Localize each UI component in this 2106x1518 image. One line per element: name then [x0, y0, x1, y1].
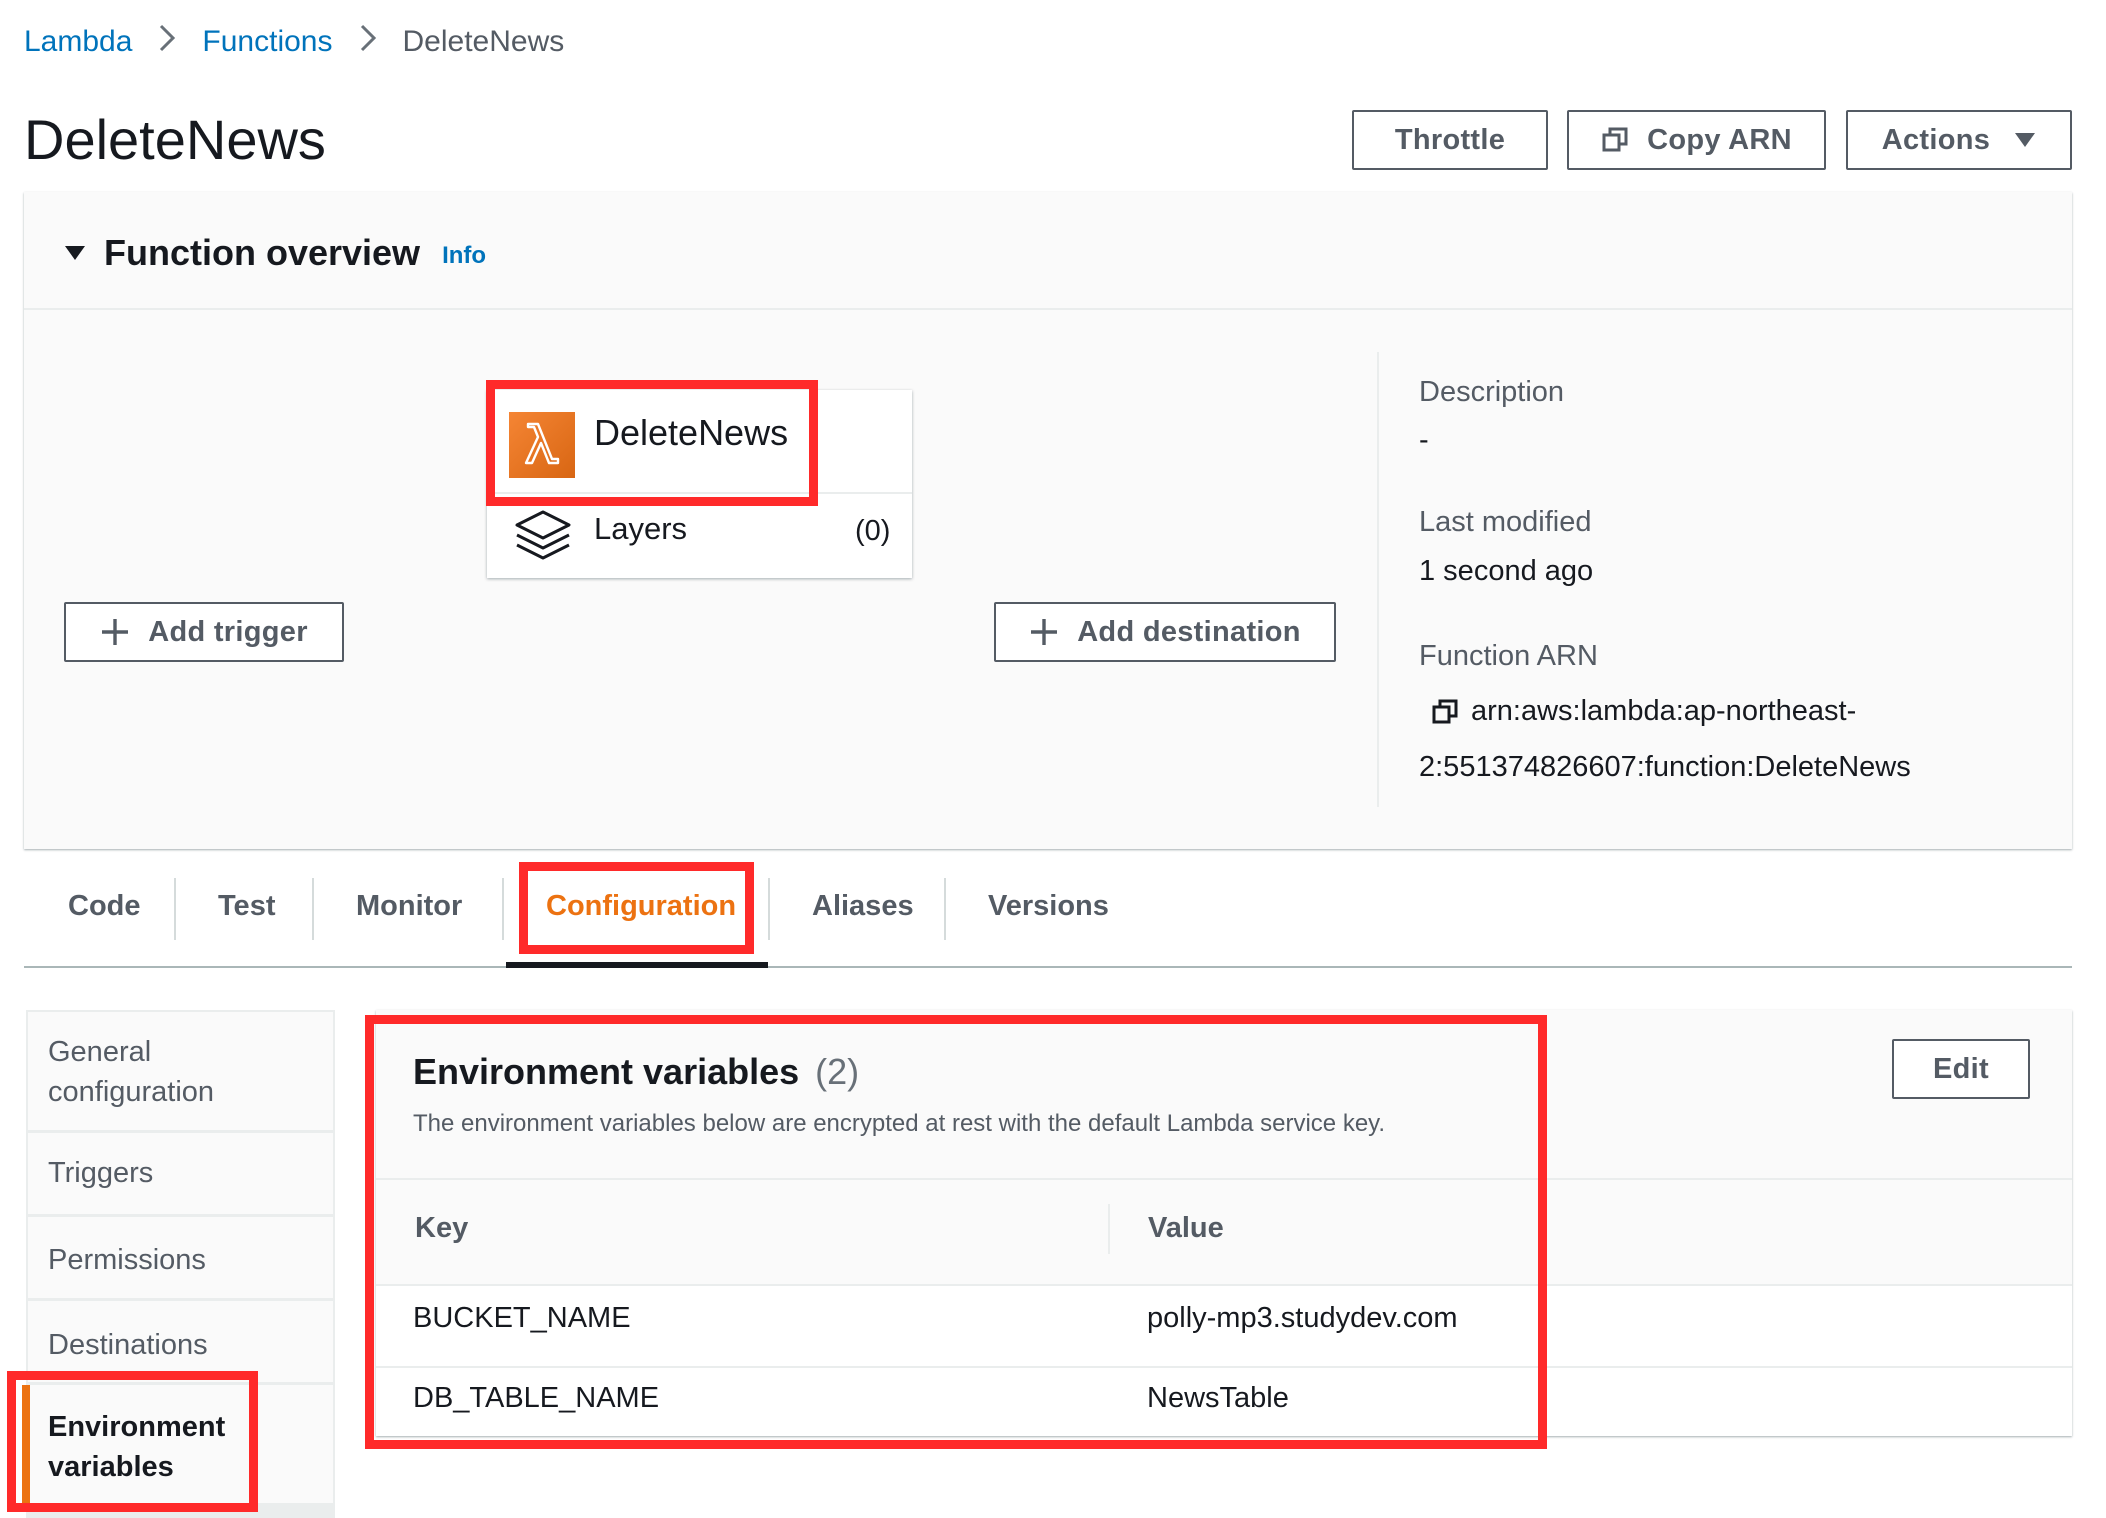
add-trigger-button[interactable]: Add trigger [64, 602, 344, 662]
sidebar-item-triggers[interactable]: Triggers [28, 1133, 333, 1214]
copy-arn-label: Copy ARN [1647, 123, 1792, 156]
tabs-baseline [24, 966, 2072, 968]
tab-divider [312, 878, 314, 940]
sidebar-item-permissions[interactable]: Permissions [28, 1217, 333, 1298]
overview-header-divider [24, 308, 2072, 310]
tab-divider [768, 878, 770, 940]
active-tab-underline [506, 962, 768, 968]
overview-vertical-divider [1377, 352, 1379, 807]
layers-row[interactable]: Layers (0) [509, 505, 891, 568]
tab-divider [174, 878, 176, 940]
chevron-right-icon [359, 24, 377, 60]
tab-code[interactable]: Code [68, 890, 141, 923]
actions-label: Actions [1881, 123, 1991, 156]
info-link[interactable]: Info [442, 242, 486, 270]
add-trigger-label: Add trigger [148, 615, 308, 648]
add-destination-label: Add destination [1077, 615, 1301, 648]
highlight-environment-variables-nav [7, 1371, 258, 1512]
caret-down-icon [2014, 131, 2036, 149]
plus-icon [100, 617, 130, 647]
plus-icon [1029, 617, 1059, 647]
description-label: Description [1419, 376, 1565, 408]
highlight-env-vars-table [365, 1015, 1547, 1449]
actions-dropdown[interactable]: Actions [1846, 110, 2072, 170]
tab-versions[interactable]: Versions [988, 890, 1109, 923]
overview-title: Function overview [104, 232, 421, 273]
sidebar-item-label: General [48, 1036, 152, 1068]
last-modified-label: Last modified [1419, 506, 1592, 538]
copy-icon[interactable] [1431, 698, 1459, 726]
throttle-button[interactable]: Throttle [1352, 110, 1548, 170]
copy-icon [1601, 126, 1629, 154]
sidebar-item-destinations[interactable]: Destinations [28, 1301, 333, 1382]
breadcrumb-functions-link[interactable]: Functions [202, 25, 332, 59]
tab-monitor[interactable]: Monitor [356, 890, 462, 923]
copy-arn-button[interactable]: Copy ARN [1567, 110, 1826, 170]
edit-button[interactable]: Edit [1892, 1039, 2030, 1099]
page-title: DeleteNews [24, 108, 326, 171]
caret-down-icon [64, 244, 86, 262]
tab-divider [944, 878, 946, 940]
tab-divider [502, 878, 504, 940]
layers-icon [513, 509, 573, 568]
sidebar-item-label: Destinations [48, 1329, 208, 1361]
tab-test[interactable]: Test [218, 890, 275, 923]
highlight-configuration-tab [519, 862, 754, 954]
function-arn-line1: arn:aws:lambda:ap-northeast- [1471, 695, 1857, 727]
function-arn-line2: 2:551374826607:function:DeleteNews [1419, 751, 1911, 783]
breadcrumb-lambda-link[interactable]: Lambda [24, 25, 132, 59]
breadcrumb-current: DeleteNews [402, 25, 565, 58]
tab-aliases[interactable]: Aliases [812, 890, 914, 923]
sidebar-item-label: configuration [48, 1076, 215, 1108]
layers-count: (0) [855, 515, 891, 547]
layers-label: Layers [594, 511, 688, 546]
edit-label: Edit [1933, 1052, 1989, 1085]
add-destination-button[interactable]: Add destination [994, 602, 1336, 662]
sidebar-item-label: Permissions [48, 1244, 206, 1276]
description-value: - [1419, 424, 1429, 456]
breadcrumb: Lambda Functions DeleteNews [24, 22, 564, 62]
function-arn-label: Function ARN [1419, 640, 1598, 672]
sidebar-item-label: Triggers [48, 1157, 154, 1189]
throttle-label: Throttle [1394, 123, 1506, 156]
sidebar-item-general-configuration[interactable]: General configuration [28, 1012, 333, 1130]
chevron-right-icon [158, 24, 176, 60]
last-modified-value: 1 second ago [1419, 555, 1594, 587]
overview-toggle[interactable]: Function overview Info [64, 232, 486, 274]
copy-arn-inline[interactable]: arn:aws:lambda:ap-northeast- [1431, 695, 1856, 728]
highlight-function-name [486, 380, 818, 506]
